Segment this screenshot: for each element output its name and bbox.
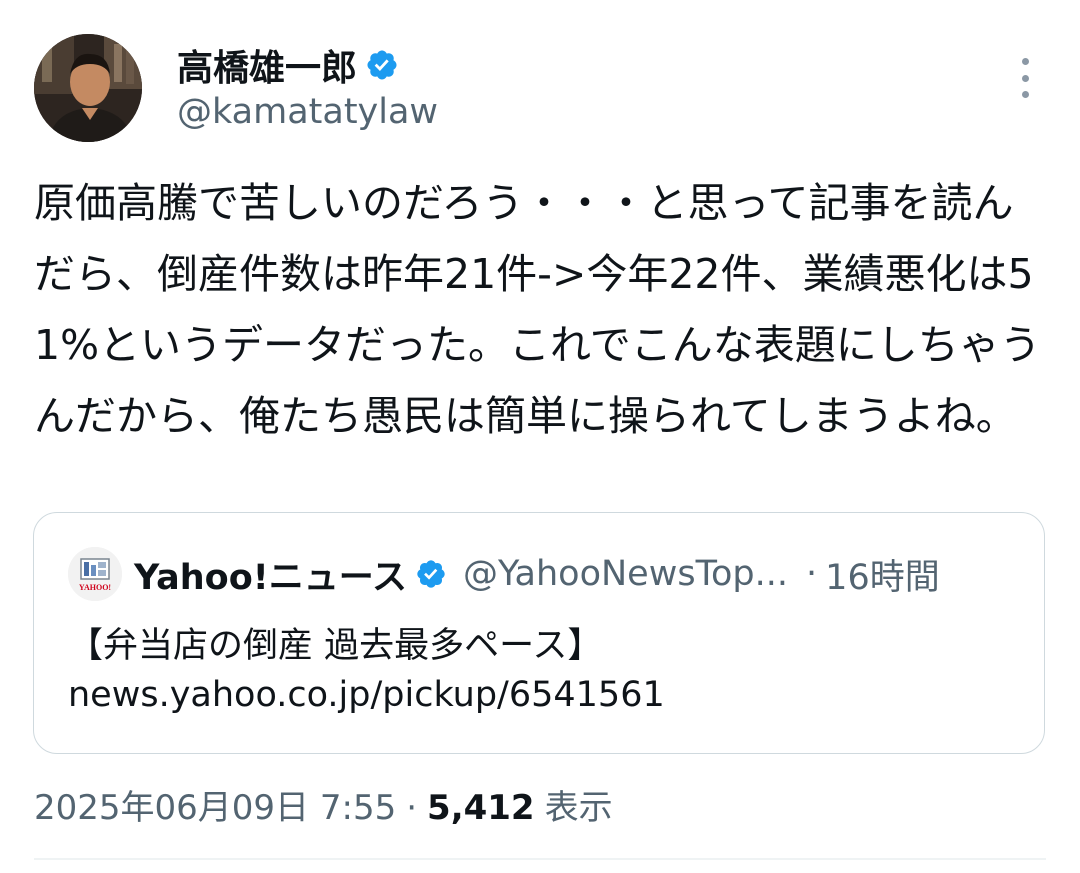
quote-time[interactable]: 16時間 bbox=[825, 549, 940, 600]
tweet-timestamp[interactable]: 2025年06月09日 7:55 bbox=[34, 780, 396, 829]
divider bbox=[34, 858, 1046, 860]
author-display-name[interactable]: 高橋雄一郎 bbox=[177, 39, 357, 91]
more-dot bbox=[1021, 74, 1029, 82]
more-dot bbox=[1021, 58, 1029, 65]
author-name-row: 高橋雄一郎 bbox=[177, 39, 399, 91]
quote-name-row: Yahoo!ニュース @YahooNewsTop... · 16時間 bbox=[134, 549, 940, 599]
quote-link[interactable]: news.yahoo.co.jp/pickup/6541561 bbox=[68, 675, 665, 715]
yahoo-logo-text: YAHOO! bbox=[79, 583, 111, 592]
author-handle[interactable]: @kamatatylaw bbox=[177, 92, 438, 132]
views-count[interactable]: 5,412 bbox=[427, 788, 535, 828]
quote-handle[interactable]: @YahooNewsTop... bbox=[463, 554, 788, 594]
author-avatar[interactable] bbox=[34, 34, 142, 142]
tweet-meta: 2025年06月09日 7:55 · 5,412 表示 bbox=[34, 780, 613, 829]
verified-badge-icon bbox=[365, 48, 399, 82]
quote-tweet-card[interactable]: YAHOO! Yahoo!ニュース @YahooNewsTop... · 16時… bbox=[33, 512, 1045, 754]
quote-avatar[interactable]: YAHOO! bbox=[68, 547, 122, 601]
yahoo-news-logo-icon: YAHOO! bbox=[68, 547, 122, 601]
more-dot bbox=[1021, 91, 1029, 98]
meta-separator: · bbox=[406, 788, 418, 828]
tweet-text: 原価高騰で苦しいのだろう・・・と思って記事を読んだら、倒産件数は昨年21件->今… bbox=[34, 179, 1041, 440]
more-options-icon[interactable] bbox=[1010, 58, 1040, 98]
views-label: 表示 bbox=[544, 788, 613, 828]
quote-display-name[interactable]: Yahoo!ニュース bbox=[134, 549, 407, 600]
tweet: 高橋雄一郎 @kamatatylaw 原価高騰で苦しいのだろう・・・と思って記事… bbox=[0, 0, 1080, 873]
quote-separator: · bbox=[806, 554, 818, 594]
author-avatar-image bbox=[34, 34, 142, 142]
quote-verified-badge-icon bbox=[415, 558, 447, 590]
quote-headline: 【弁当店の倒産 過去最多ペース】 bbox=[68, 626, 603, 666]
